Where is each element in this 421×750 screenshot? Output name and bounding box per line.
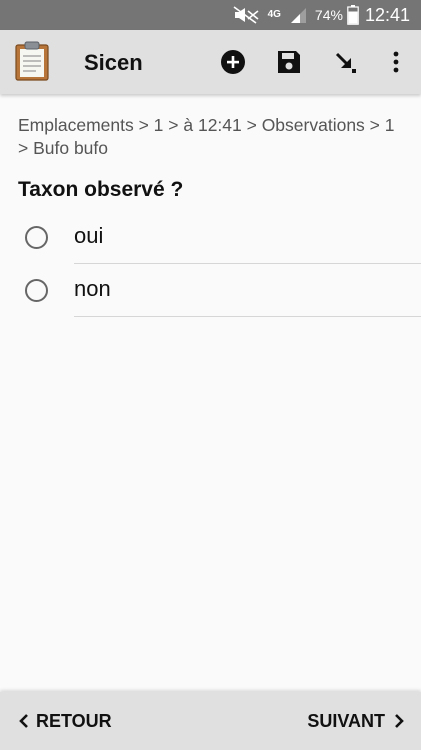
mute-icon [232, 6, 260, 24]
divider [74, 316, 421, 317]
option-label: non [74, 276, 111, 301]
clipboard-icon [14, 41, 50, 81]
chevron-left-icon [16, 712, 32, 730]
save-icon[interactable] [275, 48, 303, 76]
next-button[interactable]: SUIVANT [307, 692, 407, 750]
download-arrow-icon[interactable] [331, 48, 359, 76]
signal-icon [289, 6, 307, 24]
network-type: 4G [267, 9, 281, 20]
battery-icon [347, 5, 359, 25]
option-label: oui [74, 223, 104, 248]
more-vert-icon[interactable] [382, 48, 410, 76]
add-circle-icon[interactable] [219, 48, 247, 76]
back-button-label: RETOUR [36, 710, 112, 731]
app-title: Sicen [84, 50, 143, 75]
breadcrumb: Emplacements > 1 > à 12:41 > Observation… [18, 115, 395, 158]
bottom-nav-bar: RETOUR SUIVANT [0, 692, 421, 750]
question-label: Taxon observé ? [18, 178, 184, 201]
radio-button[interactable] [25, 226, 48, 249]
option-non[interactable]: non [0, 264, 421, 317]
chevron-right-icon [391, 712, 407, 730]
battery-percent: 74% [314, 7, 343, 23]
status-bar: 4G 74% 12:41 [0, 0, 421, 30]
option-oui[interactable]: oui [0, 211, 421, 264]
clock: 12:41 [364, 4, 410, 25]
back-button[interactable]: RETOUR [16, 692, 112, 750]
toolbar: Sicen [0, 30, 421, 94]
radio-button[interactable] [25, 279, 48, 302]
next-button-label: SUIVANT [307, 710, 385, 731]
